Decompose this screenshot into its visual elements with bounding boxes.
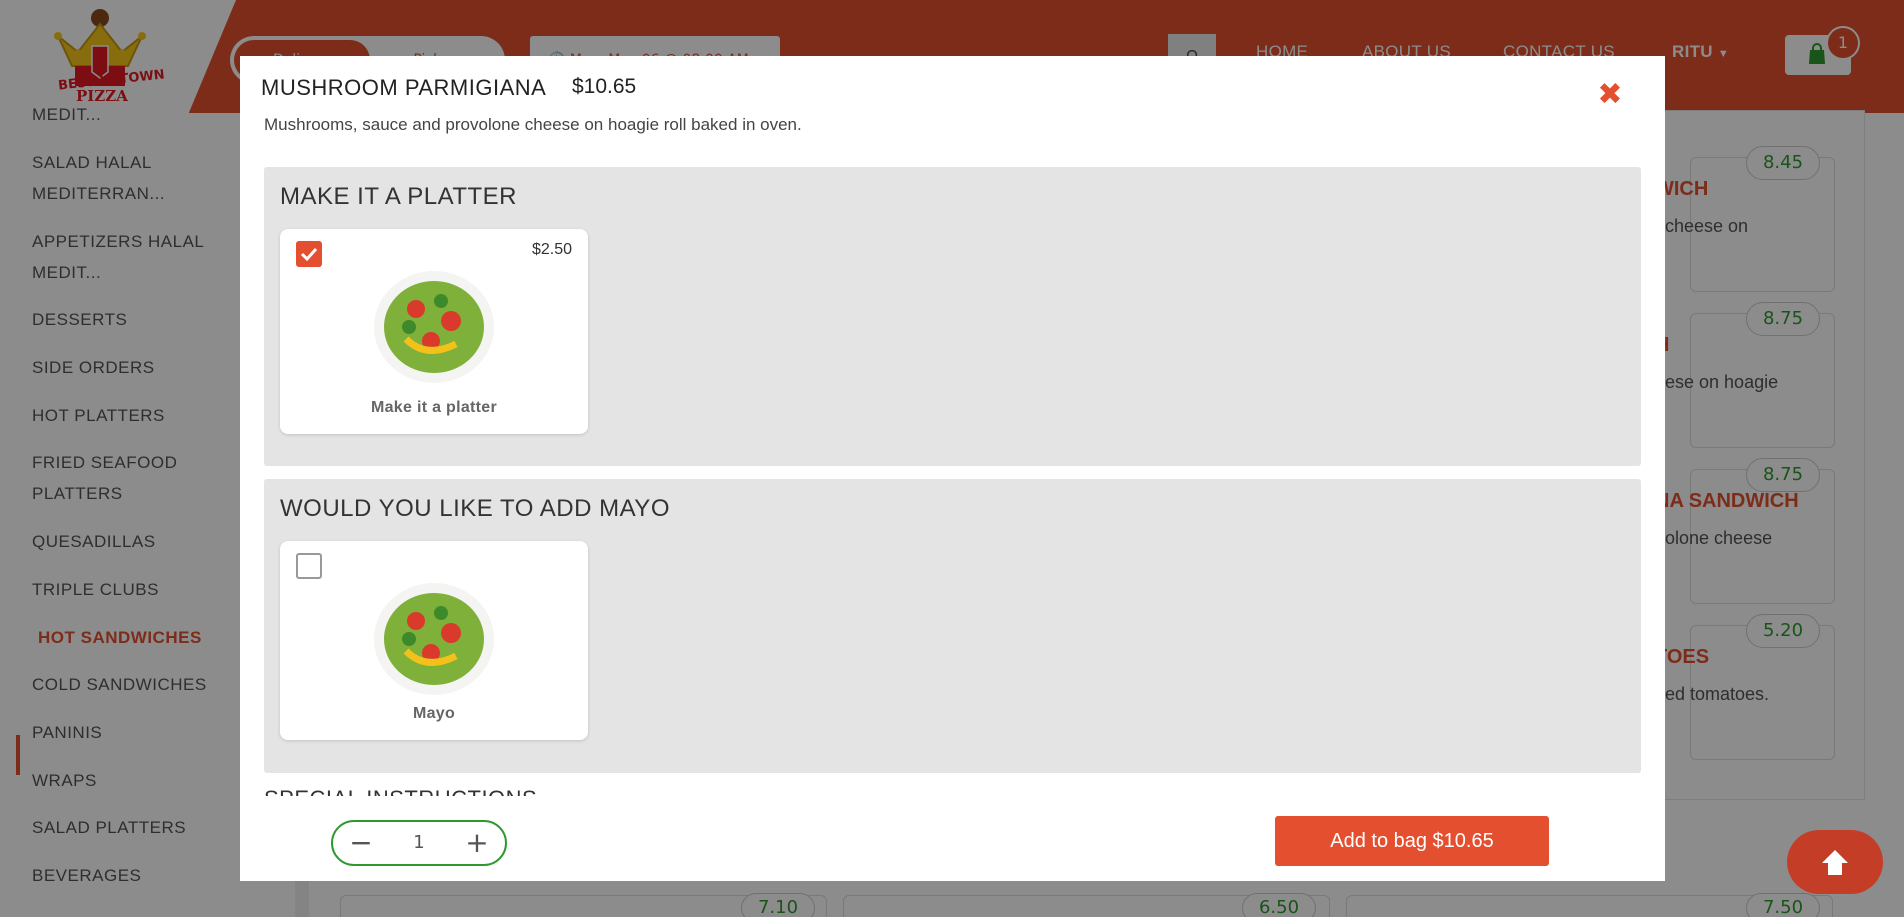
- option-price: $2.50: [531, 241, 572, 258]
- option-group-title: WOULD YOU LIKE TO ADD MAYO: [280, 495, 670, 522]
- option-group-mayo: WOULD YOU LIKE TO ADD MAYO Mayo: [264, 479, 1641, 773]
- salad-image: [374, 583, 494, 695]
- checkbox-checked[interactable]: [296, 241, 322, 267]
- close-icon[interactable]: ✖: [1593, 78, 1627, 112]
- minus-icon[interactable]: −: [341, 822, 381, 864]
- quantity-stepper[interactable]: − 1 +: [331, 820, 507, 866]
- item-modal: MUSHROOM PARMIGIANA $10.65 Mushrooms, sa…: [240, 56, 1665, 881]
- item-description: Mushrooms, sauce and provolone cheese on…: [264, 115, 802, 134]
- option-label: Mayo: [412, 705, 456, 722]
- check-icon: [300, 247, 318, 262]
- option-card-mayo[interactable]: Mayo: [280, 541, 588, 740]
- option-group-title: MAKE IT A PLATTER: [280, 183, 518, 210]
- option-group-platter: MAKE IT A PLATTER $2.50 Make it a platte…: [264, 167, 1641, 466]
- option-label: Make it a platter: [370, 399, 498, 416]
- item-title: MUSHROOM PARMIGIANA: [261, 75, 547, 100]
- add-to-bag-button[interactable]: Add to bag $10.65: [1275, 816, 1549, 866]
- salad-image: [374, 271, 494, 383]
- plus-icon[interactable]: +: [457, 822, 497, 864]
- checkbox-unchecked[interactable]: [296, 553, 322, 579]
- quantity-value[interactable]: 1: [383, 822, 455, 864]
- arrow-up-icon: [1822, 850, 1848, 875]
- item-price: $10.65: [572, 75, 637, 98]
- option-card-platter[interactable]: $2.50 Make it a platter: [280, 229, 588, 434]
- scroll-to-top-button[interactable]: [1787, 830, 1883, 894]
